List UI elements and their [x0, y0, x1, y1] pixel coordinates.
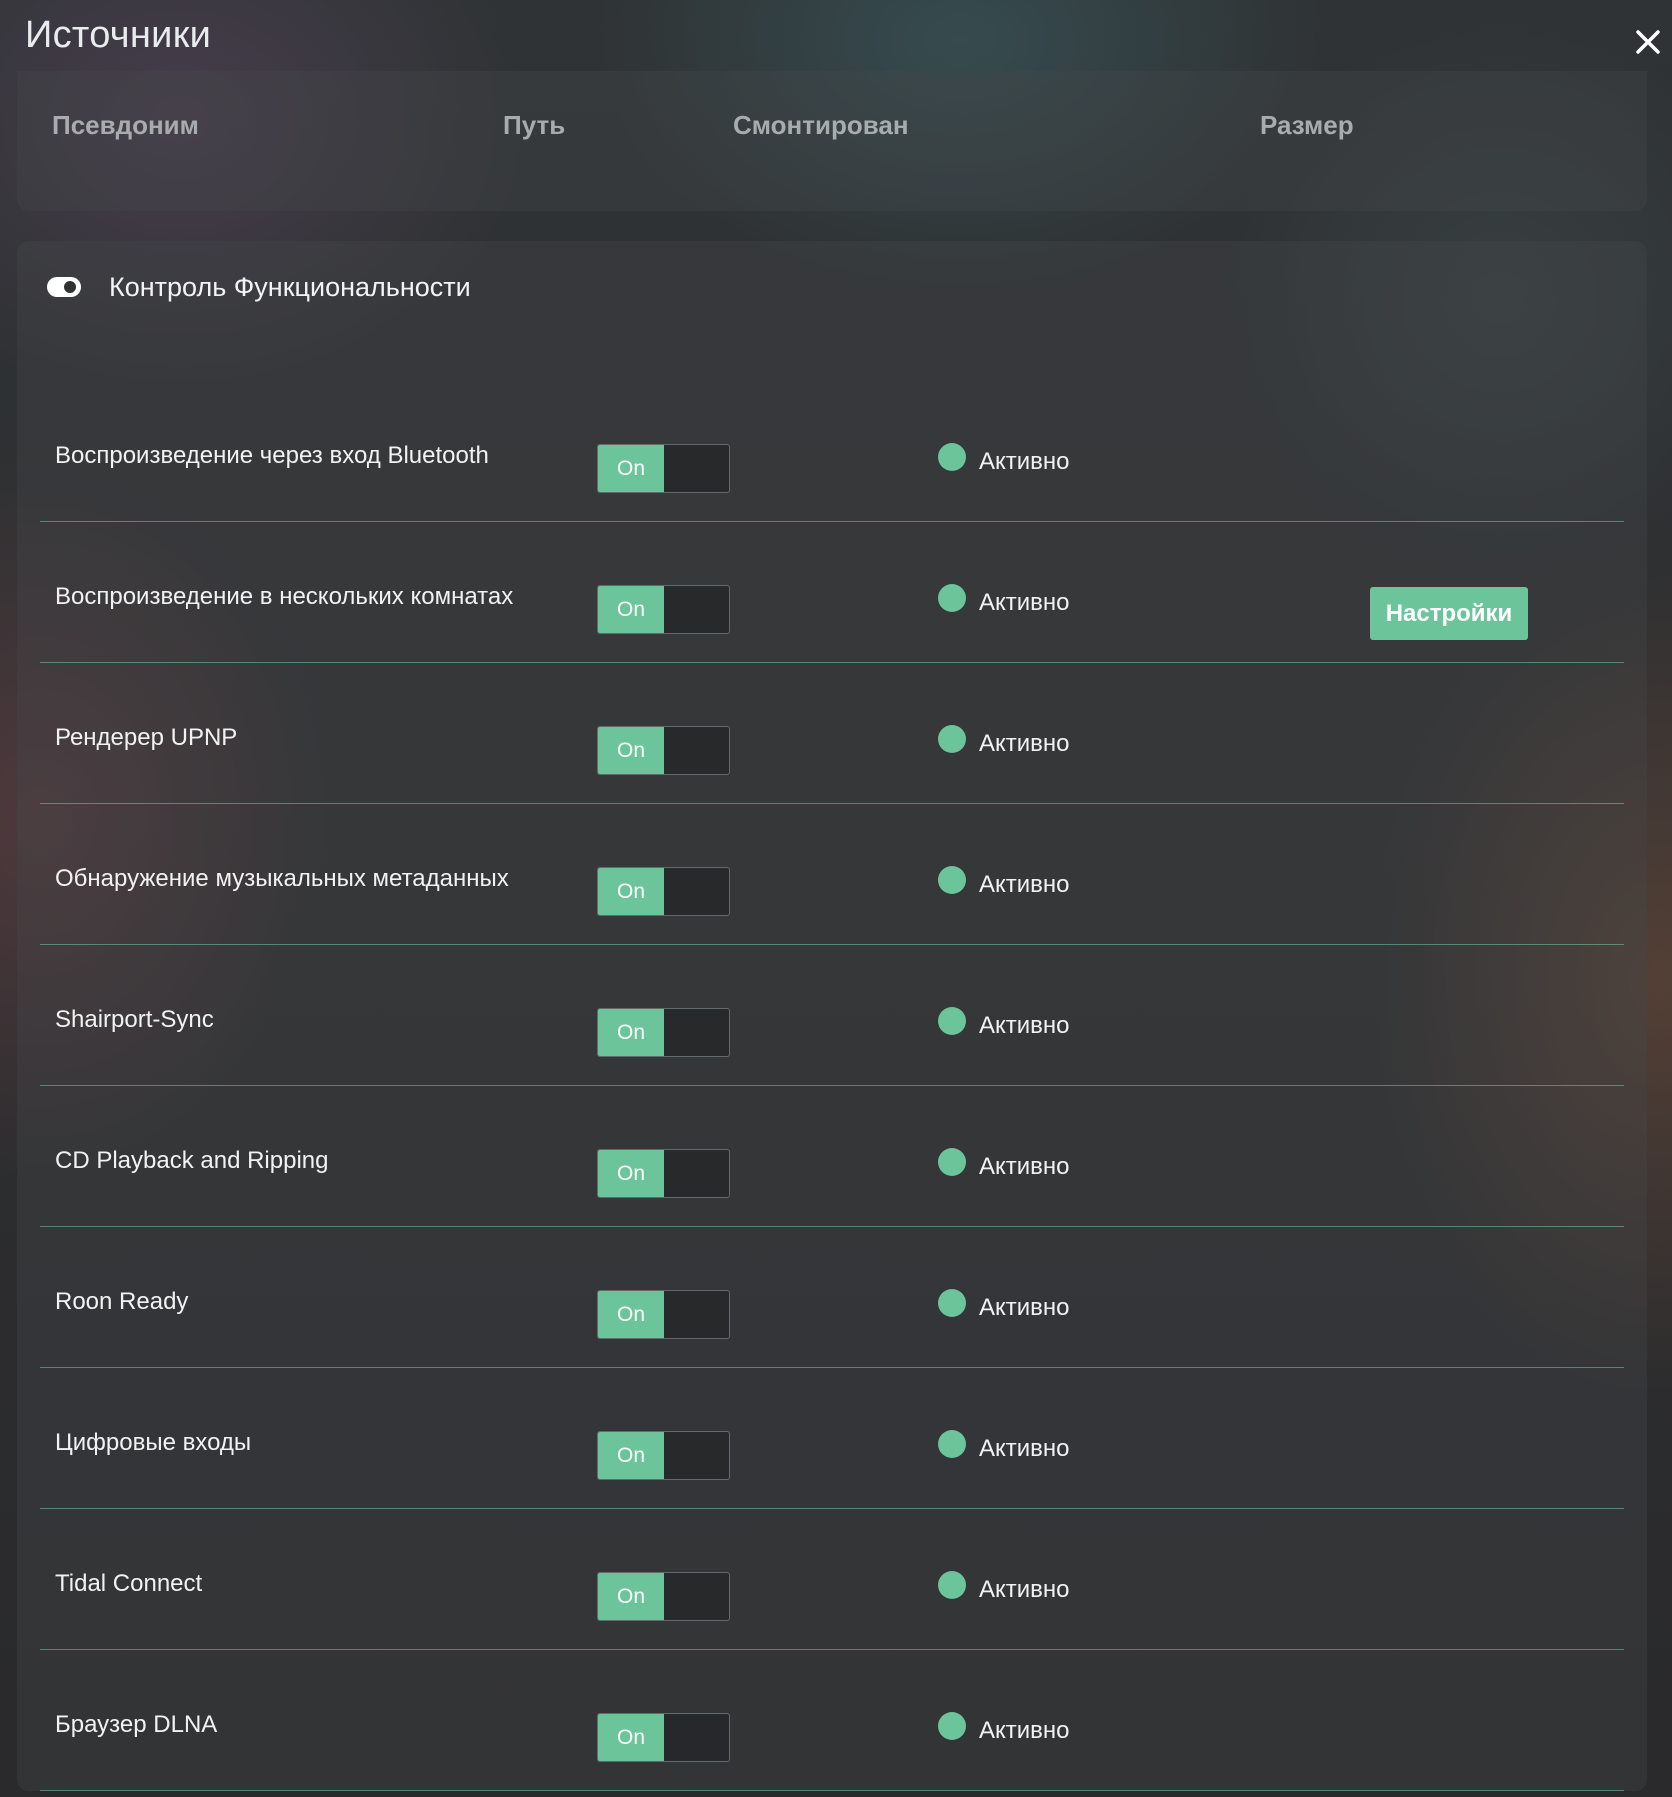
feature-switch[interactable]: On: [597, 444, 730, 493]
feature-label: Воспроизведение через вход Bluetooth: [55, 442, 489, 469]
feature-row-multiroom: Воспроизведение в нескольких комнатах On…: [40, 521, 1624, 663]
feature-row-dlna: Браузер DLNA On Активно: [40, 1649, 1624, 1791]
switch-on-label: On: [598, 1714, 664, 1761]
status-dot-icon: [938, 866, 966, 894]
feature-switch[interactable]: On: [597, 1008, 730, 1057]
feature-switch[interactable]: On: [597, 585, 730, 634]
close-icon: [1636, 30, 1660, 54]
feature-switch[interactable]: On: [597, 1572, 730, 1621]
feature-row-bluetooth: Воспроизведение через вход Bluetooth On …: [40, 380, 1624, 522]
feature-row-digital-inputs: Цифровые входы On Активно: [40, 1367, 1624, 1509]
switch-on-label: On: [598, 868, 664, 915]
feature-row-shairport: Shairport-Sync On Активно: [40, 944, 1624, 1086]
status-dot-icon: [938, 1571, 966, 1599]
status-text: Активно: [979, 1576, 1070, 1603]
status-dot-icon: [938, 443, 966, 471]
feature-row-cd: CD Playback and Ripping On Активно: [40, 1085, 1624, 1227]
settings-button[interactable]: Настройки: [1370, 587, 1528, 640]
close-button[interactable]: [1628, 22, 1668, 62]
switch-on-label: On: [598, 1432, 664, 1479]
status-dot-icon: [938, 1148, 966, 1176]
status-text: Активно: [979, 1153, 1070, 1180]
feature-label: Браузер DLNA: [55, 1711, 218, 1738]
feature-label: Обнаружение музыкальных метаданных: [55, 865, 509, 892]
feature-label: Shairport-Sync: [55, 1006, 214, 1033]
feature-row-metadata: Обнаружение музыкальных метаданных On Ак…: [40, 803, 1624, 945]
functionality-title: Контроль Функциональности: [109, 271, 471, 302]
column-header-size[interactable]: Размер: [1260, 110, 1354, 141]
status-text: Активно: [979, 871, 1070, 898]
feature-row-tidal: Tidal Connect On Активно: [40, 1508, 1624, 1650]
switch-on-label: On: [598, 1291, 664, 1338]
feature-row-upnp: Рендерер UPNP On Активно: [40, 662, 1624, 804]
feature-switch[interactable]: On: [597, 1290, 730, 1339]
functionality-panel: Контроль Функциональности Воспроизведени…: [17, 241, 1647, 1791]
toggle-icon: [47, 277, 81, 297]
status-dot-icon: [938, 1430, 966, 1458]
feature-label: Roon Ready: [55, 1288, 189, 1315]
status-dot-icon: [938, 1712, 966, 1740]
feature-switch[interactable]: On: [597, 1713, 730, 1762]
feature-label: CD Playback and Ripping: [55, 1147, 329, 1174]
functionality-header: Контроль Функциональности: [47, 267, 471, 307]
column-header-path[interactable]: Путь: [503, 110, 565, 141]
switch-on-label: On: [598, 727, 664, 774]
sources-table: Псевдоним Путь Смонтирован Размер: [17, 71, 1647, 211]
status-dot-icon: [938, 1007, 966, 1035]
status-text: Активно: [979, 1012, 1070, 1039]
status-text: Активно: [979, 448, 1070, 475]
switch-on-label: On: [598, 445, 664, 492]
status-text: Активно: [979, 1717, 1070, 1744]
status-text: Активно: [979, 1294, 1070, 1321]
feature-switch[interactable]: On: [597, 867, 730, 916]
status-text: Активно: [979, 730, 1070, 757]
switch-on-label: On: [598, 1150, 664, 1197]
status-text: Активно: [979, 589, 1070, 616]
column-header-mounted[interactable]: Смонтирован: [733, 110, 909, 141]
switch-on-label: On: [598, 586, 664, 633]
status-text: Активно: [979, 1435, 1070, 1462]
status-dot-icon: [938, 584, 966, 612]
page-title: Источники: [25, 14, 212, 56]
status-dot-icon: [938, 1289, 966, 1317]
feature-label: Цифровые входы: [55, 1429, 252, 1456]
feature-switch[interactable]: On: [597, 726, 730, 775]
feature-row-roon: Roon Ready On Активно: [40, 1226, 1624, 1368]
switch-on-label: On: [598, 1573, 664, 1620]
feature-switch[interactable]: On: [597, 1431, 730, 1480]
column-header-alias[interactable]: Псевдоним: [52, 110, 199, 141]
status-dot-icon: [938, 725, 966, 753]
feature-label: Рендерер UPNP: [55, 724, 238, 751]
feature-label: Воспроизведение в нескольких комнатах: [55, 583, 514, 610]
feature-label: Tidal Connect: [55, 1570, 203, 1597]
feature-switch[interactable]: On: [597, 1149, 730, 1198]
switch-on-label: On: [598, 1009, 664, 1056]
